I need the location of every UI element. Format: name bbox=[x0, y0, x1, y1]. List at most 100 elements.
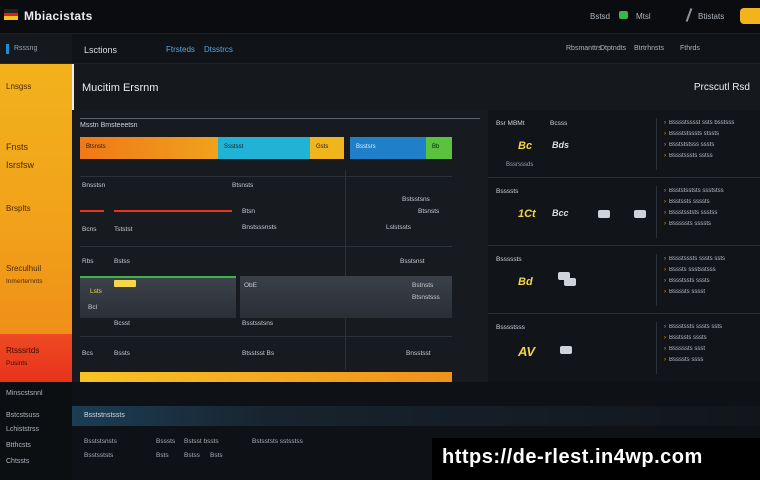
divider bbox=[656, 186, 657, 238]
table-cell: Bnstsssnsts bbox=[242, 224, 277, 231]
bar-segment: Btsnsts bbox=[80, 137, 218, 159]
list-item[interactable]: › Bssstssts sssts bbox=[664, 278, 756, 284]
table-cell: Bcl bbox=[88, 304, 98, 311]
table-cell: Bnsstsn bbox=[82, 182, 106, 189]
table-cell: Lslstssts bbox=[386, 224, 411, 231]
sidebar-lower-list: Minscstsnnl Bstcstsuss Lchiststrss Btthc… bbox=[0, 382, 72, 480]
list-item[interactable]: › Bssstsssts sssts ssts bbox=[664, 256, 756, 262]
sidebar-lower-item[interactable]: Bstcstsuss bbox=[6, 412, 39, 419]
sidebar: Rsssng Lnsgss Fnsts Isrsfsw Brsplts Srec… bbox=[0, 34, 72, 480]
accent-tab[interactable] bbox=[740, 8, 760, 24]
list-item[interactable]: › Bsststsststs ssststss bbox=[664, 188, 756, 194]
log-entry: Bstsst bssts bbox=[184, 438, 219, 445]
stat-card[interactable]: Bsssssts Bd › Bssstsssts sssts ssts › Bsss… bbox=[488, 246, 760, 314]
sidebar-lower-item[interactable]: Btthcsts bbox=[6, 442, 31, 449]
table-cell: Bstnsts bbox=[412, 282, 434, 289]
top-bar: Mbiacistats Bstsd Mtsl Btistats bbox=[0, 0, 760, 34]
list-item[interactable]: › Bsssssts ssssts bbox=[664, 221, 756, 227]
table-cell: Tststst bbox=[114, 226, 133, 233]
log-entry[interactable]: Bsststsnsts bbox=[84, 438, 117, 445]
sub-header: Lsctions Ftrsteds Dtsstrcs Rbsmanttrs Dt… bbox=[72, 34, 760, 64]
topbar-item[interactable]: Mtsl bbox=[636, 12, 651, 21]
sidebar-lower-item[interactable]: Minscstsnnl bbox=[6, 390, 43, 397]
tab[interactable]: Dtsstrcs bbox=[204, 45, 233, 54]
divider bbox=[656, 322, 657, 374]
card-title: Bcsss bbox=[550, 120, 568, 127]
divider bbox=[656, 118, 657, 170]
card-list: › Bssstsssts sssts ssts › Bsssts ssstsstss… bbox=[664, 256, 756, 300]
log-entry: Bsts bbox=[210, 452, 223, 459]
divider bbox=[80, 176, 452, 177]
bar-segment: Ssstsst bbox=[218, 137, 310, 159]
heading-action[interactable]: Prcscutl Rsd bbox=[694, 82, 750, 93]
flag-icon bbox=[4, 9, 18, 20]
list-item[interactable]: › Bssstssts sssts ssts bbox=[664, 324, 756, 330]
sidebar-item[interactable]: Inmerternnts bbox=[6, 278, 43, 285]
sidebar-item[interactable]: Isrsfsw bbox=[6, 160, 34, 170]
list-item[interactable]: › Bsssts ssstsstsss bbox=[664, 267, 756, 273]
log-header[interactable]: Bsststnstssts bbox=[72, 406, 760, 426]
list-item[interactable]: › Bssstsssts sstss bbox=[664, 153, 756, 159]
sidebar-lower-item[interactable]: Lchiststrss bbox=[6, 426, 39, 433]
list-item[interactable]: › Bssststsssts stssts bbox=[664, 131, 756, 137]
sidebar-item[interactable]: Rtsssrtds bbox=[6, 346, 39, 355]
selected-row[interactable] bbox=[80, 276, 236, 318]
sidebar-item[interactable]: Fnsts bbox=[6, 142, 28, 152]
table-cell: Bssts bbox=[114, 350, 130, 357]
watermark: https://de-rlest.in4wp.com bbox=[432, 438, 760, 480]
topbar-item[interactable]: Bstsd bbox=[590, 12, 610, 21]
list-item[interactable]: › Bsstssts sssts bbox=[664, 335, 756, 341]
sidebar-item[interactable]: Brsplts bbox=[6, 204, 30, 213]
card-list: › Bsssstsssst ssts bsstsss › Bssststsssts … bbox=[664, 120, 756, 164]
data-table: Msstn Bmsteeetsn Btsnsts Ssstsst Gsts Bs… bbox=[72, 110, 488, 382]
header-link[interactable]: Dtptndts bbox=[600, 45, 626, 52]
list-item[interactable]: › Bssssts sssst bbox=[664, 289, 756, 295]
card-subtitle: Bssrsssds bbox=[506, 162, 534, 168]
table-cell: Bstss bbox=[114, 258, 130, 265]
bar-segment: Bsstsrs bbox=[350, 137, 426, 159]
topbar-item[interactable]: Btistats bbox=[698, 12, 724, 21]
table-cell: Btsnsts bbox=[232, 182, 254, 189]
header-link[interactable]: Fthrds bbox=[680, 45, 700, 52]
sidebar-item[interactable]: Sreculhuil bbox=[6, 264, 41, 273]
indicator-line bbox=[114, 210, 232, 212]
badge-icon bbox=[564, 278, 576, 286]
table-cell: Bcsst bbox=[114, 320, 130, 327]
bar-segment: Gsts bbox=[310, 137, 344, 159]
right-panel: Bsr MBMt Bcsss Bc Bds Bssrsssds › Bssssts… bbox=[488, 110, 760, 382]
page-title: Mucitim Ersrnm bbox=[82, 82, 159, 94]
stat-card[interactable]: Bsr MBMt Bcsss Bc Bds Bssrsssds › Bssssts… bbox=[488, 110, 760, 178]
table-cell: Btsn bbox=[242, 208, 256, 215]
sidebar-item[interactable]: Lnsgss bbox=[6, 82, 31, 91]
log-entry: Bsssts bbox=[156, 438, 176, 445]
sidebar-panel-primary[interactable]: Lnsgss Fnsts Isrsfsw Brsplts Sreculhuil … bbox=[0, 64, 72, 364]
status-chip bbox=[114, 280, 136, 287]
divider bbox=[80, 336, 452, 337]
badge-icon bbox=[634, 210, 646, 218]
header-link[interactable]: Btrtrhnsts bbox=[634, 45, 664, 52]
badge-icon bbox=[560, 346, 572, 354]
tab[interactable]: Ftrsteds bbox=[166, 45, 195, 54]
stat-card[interactable]: Bsssstsss AV › Bssstssts sssts ssts › Bsst… bbox=[488, 314, 760, 382]
table-cell: Bstsstsns bbox=[402, 196, 430, 203]
sidebar-panel-alert[interactable]: Rtsssrtds Pusints bbox=[0, 334, 72, 382]
card-title: Bsssssts bbox=[496, 256, 522, 263]
table-cell: Btsnstsss bbox=[412, 294, 440, 301]
table-header: Msstn Bmsteeetsn bbox=[80, 118, 480, 132]
card-value: Bd bbox=[518, 276, 533, 288]
table-cell: Bsstsnst bbox=[400, 258, 425, 265]
list-item[interactable]: › Bsstststsss sssts bbox=[664, 142, 756, 148]
card-value: AV bbox=[518, 344, 536, 359]
sidebar-item[interactable]: Pusints bbox=[6, 360, 27, 367]
sidebar-lower-item[interactable]: Chtssts bbox=[6, 458, 29, 465]
log-entry[interactable]: Bsstsststs bbox=[84, 452, 113, 459]
stat-card[interactable]: Bssssts 1Ct Bcc › Bsststsststs ssststss ›… bbox=[488, 178, 760, 246]
sidebar-header[interactable]: Rsssng bbox=[0, 34, 72, 64]
list-item[interactable]: › Bssstsststs ssstss bbox=[664, 210, 756, 216]
list-item[interactable]: › Bssssts ssss bbox=[664, 357, 756, 363]
divider bbox=[345, 170, 346, 370]
list-item[interactable]: › Bsssssts ssst bbox=[664, 346, 756, 352]
header-link[interactable]: Rbsmanttrs bbox=[566, 45, 602, 52]
list-item[interactable]: › Bsstssts ssssts bbox=[664, 199, 756, 205]
list-item[interactable]: › Bsssstsssst ssts bsstsss bbox=[664, 120, 756, 126]
